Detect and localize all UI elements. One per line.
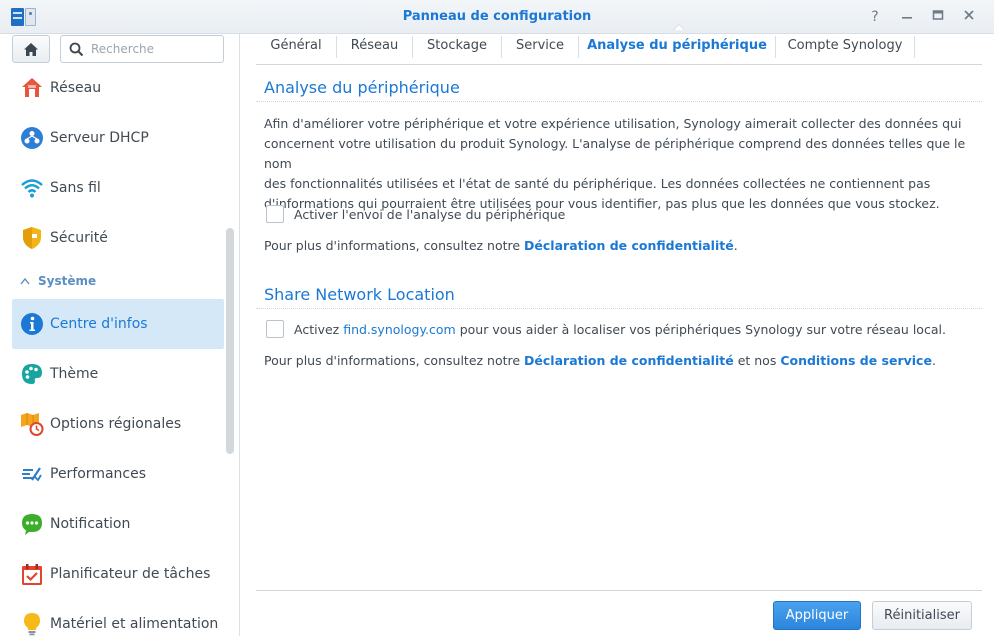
sidebar-item-label: Matériel et alimentation: [50, 616, 219, 632]
footer-bar: Appliquer Réinitialiser: [256, 590, 982, 636]
sidebar-item-label: Planificateur de tâches: [50, 566, 211, 582]
sidebar-item-securite[interactable]: Sécurité: [12, 213, 224, 263]
sidebar-item-label: Thème: [50, 366, 99, 382]
checkbox-text: Activez: [294, 322, 344, 337]
sidebar-item-label: Options régionales: [50, 416, 182, 432]
calendar-icon: [20, 562, 44, 586]
bulb-icon: [20, 612, 44, 636]
checkbox-text: pour vous aider à localiser vos périphér…: [455, 322, 946, 337]
analysis-checkbox[interactable]: [266, 205, 284, 223]
sidebar-item-label: Centre d'infos: [50, 316, 148, 332]
tab-analyse[interactable]: Analyse du périphérique: [579, 34, 775, 64]
sidebar-item-planificateur[interactable]: Planificateur de tâches: [12, 549, 224, 599]
sidebar-item-centre-infos[interactable]: Centre d'infos: [12, 299, 224, 349]
notification-icon: [20, 512, 44, 536]
section-title-analysis: Analyse du périphérique: [264, 78, 460, 97]
close-icon[interactable]: [958, 7, 980, 27]
search-box[interactable]: [60, 35, 224, 63]
location-info-line: Pour plus d'informations, consultez notr…: [264, 353, 936, 368]
title-bar: Panneau de configuration ?: [0, 0, 994, 34]
info-icon: [20, 312, 44, 336]
maximize-icon[interactable]: [927, 7, 949, 27]
info-text: Pour plus d'informations, consultez notr…: [264, 353, 525, 368]
tab-stockage[interactable]: Stockage: [413, 34, 501, 64]
regional-icon: [20, 412, 44, 436]
location-checkbox-label[interactable]: Activez find.synology.com pour vous aide…: [294, 322, 946, 337]
network-house-icon: [20, 76, 44, 100]
sidebar-scrollbar[interactable]: [226, 228, 234, 454]
sidebar-item-label: Serveur DHCP: [50, 130, 149, 146]
home-button[interactable]: [12, 35, 50, 63]
section-label: Système: [38, 274, 97, 288]
sidebar-item-dhcp[interactable]: Serveur DHCP: [12, 113, 224, 163]
sidebar-item-label: Performances: [50, 466, 147, 482]
sidebar: Réseau Serveur DHCP Sans fil Sécurité Sy…: [0, 34, 240, 636]
info-text: .: [931, 353, 936, 368]
sidebar-item-options-regionales[interactable]: Options régionales: [12, 399, 224, 449]
shield-icon: [20, 226, 44, 250]
apply-button[interactable]: Appliquer: [773, 601, 861, 630]
terms-link[interactable]: Conditions de service: [780, 353, 932, 368]
palette-icon: [20, 362, 44, 386]
sidebar-item-notification[interactable]: Notification: [12, 499, 224, 549]
active-tab-indicator: [673, 24, 685, 30]
analysis-checkbox-label[interactable]: Activer l'envoi de l'analyse du périphér…: [294, 207, 565, 222]
privacy-link[interactable]: Déclaration de confidentialité: [524, 238, 734, 253]
analysis-description: Afin d'améliorer votre périphérique et v…: [264, 114, 976, 214]
sidebar-item-label: Sécurité: [50, 230, 108, 246]
minimize-icon[interactable]: [896, 7, 918, 27]
sidebar-item-reseau[interactable]: Réseau: [12, 63, 224, 113]
tab-divider: [914, 36, 915, 58]
help-icon[interactable]: ?: [864, 7, 886, 27]
description-line: concernent votre utilisation du produit …: [264, 136, 966, 171]
info-text: et nos: [733, 353, 781, 368]
performance-icon: [20, 462, 44, 486]
sidebar-item-label: Sans fil: [50, 180, 101, 196]
tab-service[interactable]: Service: [502, 34, 578, 64]
analysis-info-line: Pour plus d'informations, consultez notr…: [264, 238, 738, 253]
tab-general[interactable]: Général: [256, 34, 336, 64]
sidebar-item-theme[interactable]: Thème: [12, 349, 224, 399]
window-title: Panneau de configuration: [402, 9, 592, 24]
tab-reseau[interactable]: Réseau: [337, 34, 412, 64]
home-icon: [24, 42, 38, 56]
section-divider: [256, 101, 982, 102]
wifi-icon: [20, 176, 44, 200]
find-synology-link[interactable]: find.synology.com: [343, 322, 456, 337]
privacy-link[interactable]: Déclaration de confidentialité: [524, 353, 734, 368]
section-divider: [256, 308, 982, 309]
tab-compte-synology[interactable]: Compte Synology: [776, 34, 914, 64]
dhcp-icon: [20, 126, 44, 150]
search-input[interactable]: [91, 40, 219, 58]
location-checkbox[interactable]: [266, 320, 284, 338]
sidebar-item-sans-fil[interactable]: Sans fil: [12, 163, 224, 213]
info-text: Pour plus d'informations, consultez notr…: [264, 238, 525, 253]
sidebar-item-label: Réseau: [50, 80, 102, 96]
chevron-up-icon: [20, 277, 30, 285]
section-header-systeme[interactable]: Système: [20, 273, 96, 289]
search-icon: [69, 42, 84, 57]
sidebar-item-performances[interactable]: Performances: [12, 449, 224, 499]
description-line: Afin d'améliorer votre périphérique et v…: [264, 116, 962, 131]
sidebar-item-label: Notification: [50, 516, 131, 532]
section-title-location: Share Network Location: [264, 285, 455, 304]
info-text: .: [733, 238, 738, 253]
description-line: des fonctionnalités utilisées et l'état …: [264, 176, 931, 191]
tab-bar: Général Réseau Stockage Service Analyse …: [256, 34, 982, 65]
reset-button[interactable]: Réinitialiser: [872, 601, 972, 630]
sidebar-item-materiel[interactable]: Matériel et alimentation: [12, 599, 224, 636]
